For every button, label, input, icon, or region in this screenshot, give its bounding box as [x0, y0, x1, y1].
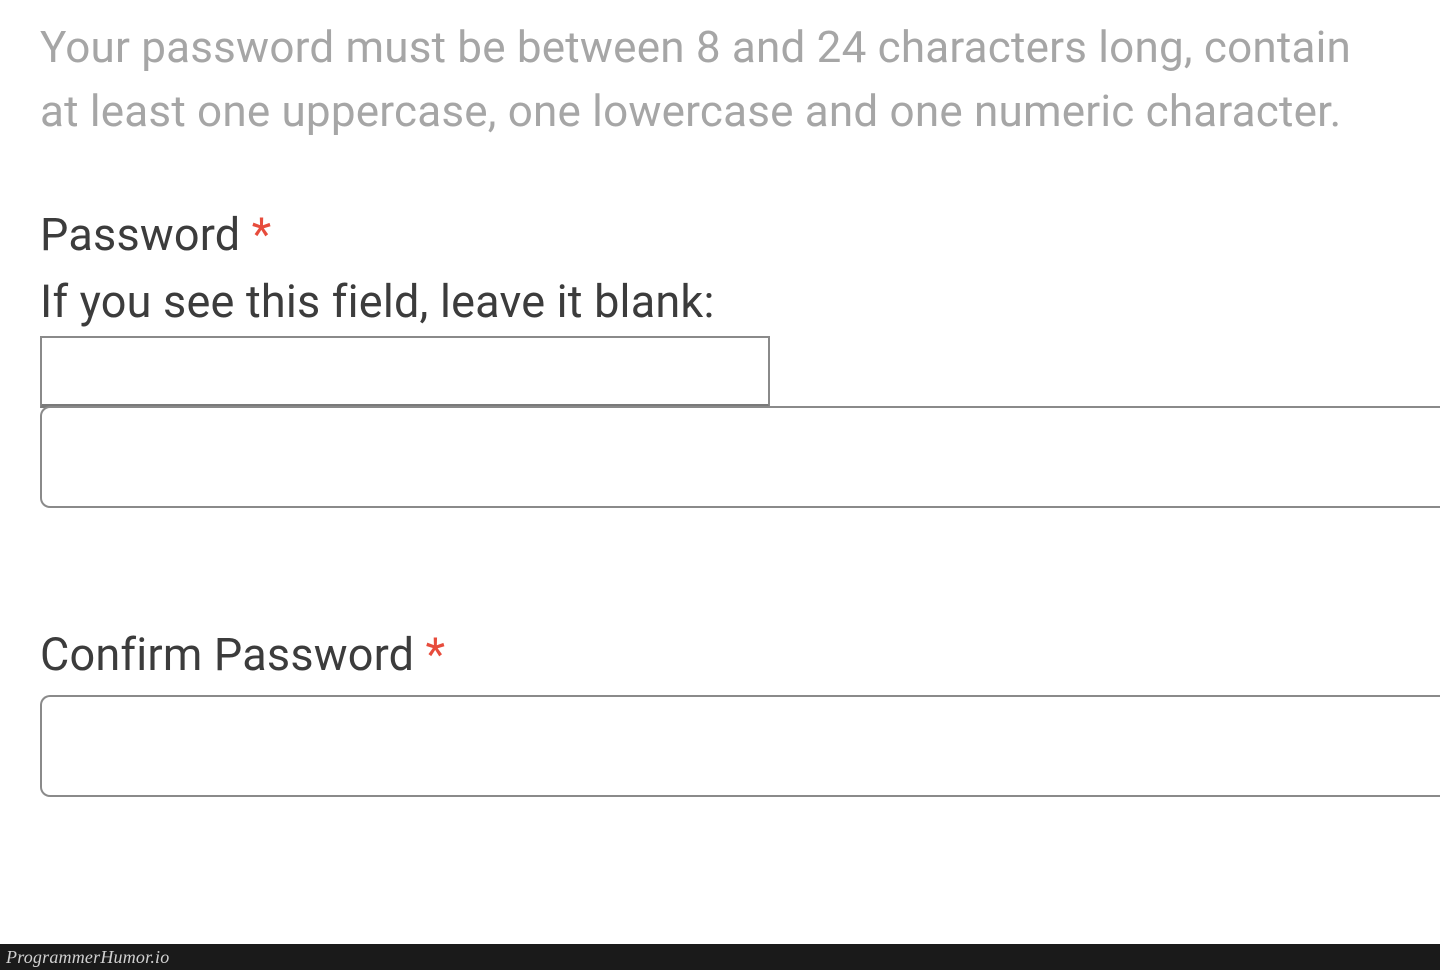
watermark-text: ProgrammerHumor.io: [0, 947, 169, 967]
honeypot-input[interactable]: [40, 336, 770, 408]
confirm-password-label-text: Confirm Password: [40, 628, 414, 681]
confirm-password-input[interactable]: [40, 695, 1440, 797]
confirm-password-label: Confirm Password *: [40, 628, 1400, 681]
required-asterisk-icon: *: [252, 208, 272, 261]
honeypot-label: If you see this field, leave it blank:: [40, 275, 1400, 328]
confirm-password-field-group: Confirm Password *: [40, 628, 1400, 797]
password-label-text: Password: [40, 208, 240, 261]
password-field-group: Password * If you see this field, leave …: [40, 208, 1400, 508]
watermark-bar: ProgrammerHumor.io: [0, 944, 1440, 970]
password-requirements-text: Your password must be between 8 and 24 c…: [40, 16, 1400, 144]
required-asterisk-icon: *: [426, 628, 446, 681]
password-label: Password *: [40, 208, 1400, 261]
password-input[interactable]: [40, 406, 1440, 508]
